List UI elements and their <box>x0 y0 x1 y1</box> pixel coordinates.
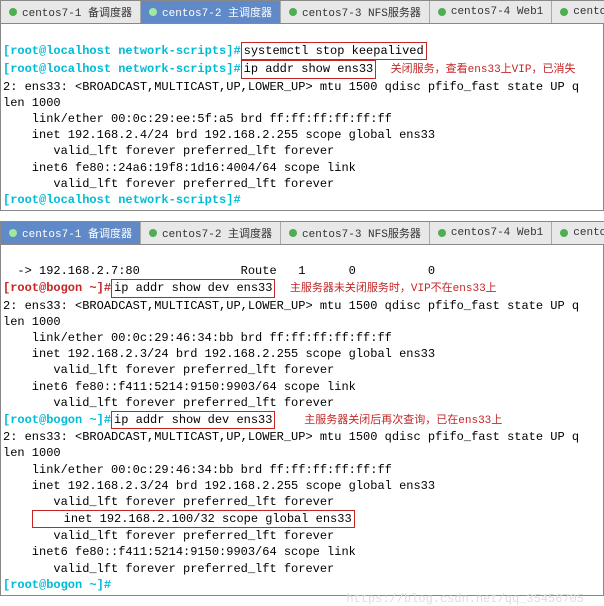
shell-prompt: [root@bogon ~]# <box>3 413 111 427</box>
output-line: inet 192.168.2.3/24 brd 192.168.2.255 sc… <box>3 347 435 361</box>
output-line: inet6 fe80::24a6:19f8:1d16:4004/64 scope… <box>3 161 356 175</box>
tab-bar-bottom: centos7-1 备调度器 centos7-2 主调度器 centos7-3 … <box>1 222 603 245</box>
tab-bar-top: centos7-1 备调度器 centos7-2 主调度器 centos7-3 … <box>1 1 603 24</box>
tab-label: centos7-2 主调度器 <box>162 225 272 241</box>
terminal-content-top: [root@localhost network-scripts]#systemc… <box>1 24 603 210</box>
output-line: len 1000 <box>3 315 61 329</box>
output-line: valid_lft forever preferred_lft forever <box>3 177 334 191</box>
output-line: inet 192.168.2.4/24 brd 192.168.2.255 sc… <box>3 128 435 142</box>
command-highlight: ip addr show dev ens33 <box>111 411 275 429</box>
output-line: link/ether 00:0c:29:46:34:bb brd ff:ff:f… <box>3 331 392 345</box>
tab-centos7-3[interactable]: centos7-3 NFS服务器 <box>281 1 430 23</box>
terminal-top: centos7-1 备调度器 centos7-2 主调度器 centos7-3 … <box>0 0 604 211</box>
annotation-note: 关闭服务，查看ens33上VIP，已消失 <box>391 64 576 76</box>
command-text: ip addr show ens33 <box>244 62 374 76</box>
tab-label: centos7-4 Web1 <box>451 227 543 239</box>
tab-label: centos <box>573 6 604 18</box>
shell-prompt: [root@localhost network-scripts]# <box>3 193 241 207</box>
annotation-note: 主服务器关闭后再次查询，已在ens33上 <box>304 415 502 427</box>
tab-label: centos7-3 NFS服务器 <box>302 4 421 20</box>
command-text: systemctl stop keepalived <box>244 44 424 58</box>
output-line: 2: ens33: <BROADCAST,MULTICAST,UP,LOWER_… <box>3 299 579 313</box>
output-line: valid_lft forever preferred_lft forever <box>3 562 334 576</box>
tab-label: centos7-3 NFS服务器 <box>302 225 421 241</box>
tab-centos7-4[interactable]: centos7-4 Web1 <box>430 1 552 23</box>
tab-label: centos7-1 备调度器 <box>22 225 132 241</box>
tab-centos7-4[interactable]: centos7-4 Web1 <box>430 222 552 244</box>
command-highlight: systemctl stop keepalived <box>241 42 427 60</box>
tab-centos-more[interactable]: centos <box>552 222 604 244</box>
tab-centos7-2[interactable]: centos7-2 主调度器 <box>141 222 281 244</box>
output-line: valid_lft forever preferred_lft forever <box>3 529 334 543</box>
terminal-bottom: centos7-1 备调度器 centos7-2 主调度器 centos7-3 … <box>0 221 604 596</box>
command-text: ip addr show dev ens33 <box>114 413 272 427</box>
tab-label: centos <box>573 227 604 239</box>
output-line: inet6 fe80::f411:5214:9150:9903/64 scope… <box>3 380 356 394</box>
output-line: 2: ens33: <BROADCAST,MULTICAST,UP,LOWER_… <box>3 80 579 94</box>
output-line: valid_lft forever preferred_lft forever <box>3 495 334 509</box>
shell-prompt: [root@localhost network-scripts]# <box>3 62 241 76</box>
tab-centos-more[interactable]: centos <box>552 1 604 23</box>
shell-prompt: [root@localhost network-scripts]# <box>3 44 241 58</box>
output-line: 2: ens33: <BROADCAST,MULTICAST,UP,LOWER_… <box>3 430 579 444</box>
output-line: inet 192.168.2.100/32 scope global ens33 <box>35 512 352 526</box>
output-line: valid_lft forever preferred_lft forever <box>3 363 334 377</box>
output-line: inet 192.168.2.3/24 brd 192.168.2.255 sc… <box>3 479 435 493</box>
tab-label: centos7-2 主调度器 <box>162 4 272 20</box>
tab-centos7-1[interactable]: centos7-1 备调度器 <box>1 1 141 23</box>
terminal-content-bottom: -> 192.168.2.7:80 Route 1 0 0 [root@bogo… <box>1 245 603 595</box>
output-line: valid_lft forever preferred_lft forever <box>3 396 334 410</box>
output-line: inet6 fe80::f411:5214:9150:9903/64 scope… <box>3 545 356 559</box>
tab-label: centos7-1 备调度器 <box>22 4 132 20</box>
annotation-note: 主服务器未关闭服务时，VIP不在ens33上 <box>290 283 497 295</box>
vip-highlight: inet 192.168.2.100/32 scope global ens33 <box>32 510 355 528</box>
shell-prompt: [root@bogon ~]# <box>3 281 111 295</box>
tab-label: centos7-4 Web1 <box>451 6 543 18</box>
output-line: link/ether 00:0c:29:ee:5f:a5 brd ff:ff:f… <box>3 112 392 126</box>
output-line: len 1000 <box>3 446 61 460</box>
output-line: link/ether 00:0c:29:46:34:bb brd ff:ff:f… <box>3 463 392 477</box>
command-highlight: ip addr show dev ens33 <box>111 279 275 297</box>
output-line: -> 192.168.2.7:80 Route 1 0 0 <box>3 264 435 278</box>
shell-prompt: [root@bogon ~]# <box>3 578 111 592</box>
output-line: len 1000 <box>3 96 61 110</box>
tab-centos7-1[interactable]: centos7-1 备调度器 <box>1 222 141 244</box>
command-text: ip addr show dev ens33 <box>114 281 272 295</box>
command-highlight: ip addr show ens33 <box>241 60 377 78</box>
tab-centos7-2[interactable]: centos7-2 主调度器 <box>141 1 281 23</box>
output-line: valid_lft forever preferred_lft forever <box>3 144 334 158</box>
tab-centos7-3[interactable]: centos7-3 NFS服务器 <box>281 222 430 244</box>
